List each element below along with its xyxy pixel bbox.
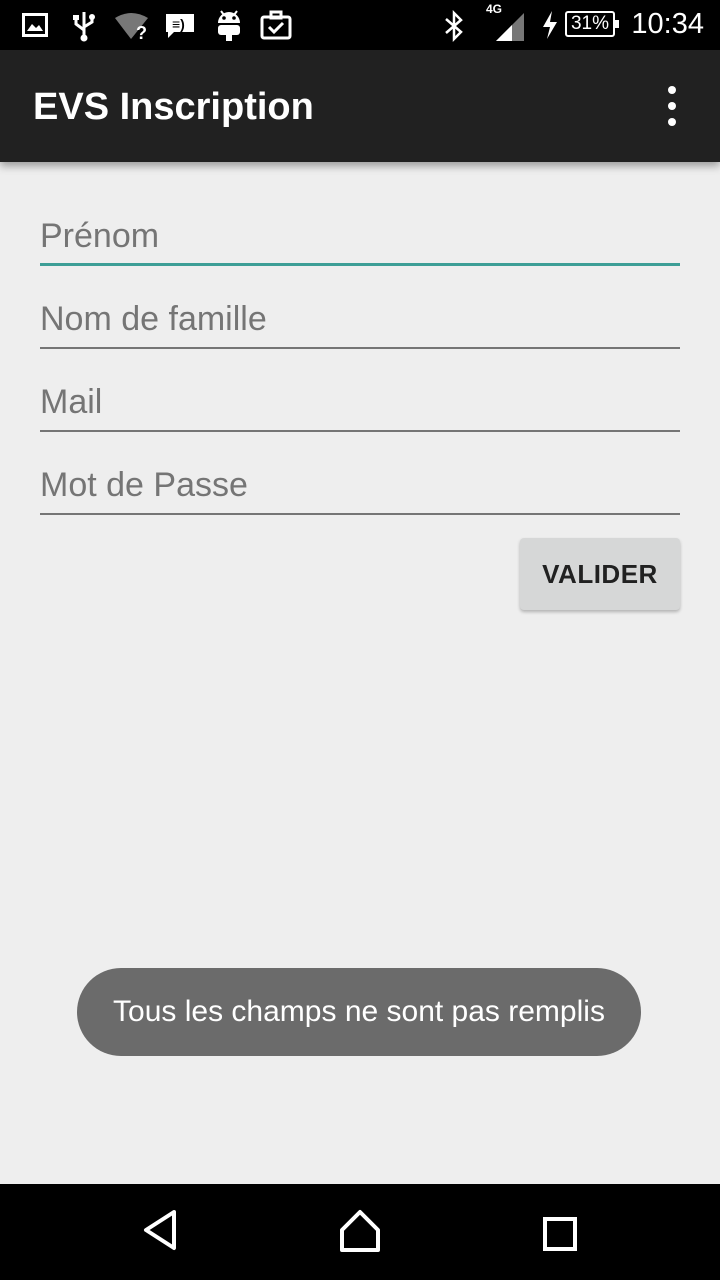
- battery-indicator: 31%: [565, 11, 619, 37]
- last-name-underline: [40, 347, 680, 349]
- mail-input[interactable]: [40, 372, 680, 432]
- back-icon[interactable]: [140, 1208, 180, 1252]
- signal-icon: [496, 13, 524, 41]
- password-underline: [40, 513, 680, 515]
- image-icon: [22, 13, 48, 37]
- submit-button[interactable]: VALIDER: [520, 538, 680, 610]
- message-icon: ≡): [166, 14, 194, 38]
- clock: 10:34: [631, 8, 704, 40]
- android-icon: [218, 10, 240, 41]
- charging-icon: [543, 11, 557, 39]
- home-icon[interactable]: [338, 1208, 382, 1254]
- password-input[interactable]: [40, 455, 680, 515]
- toast-message: Tous les champs ne sont pas remplis: [77, 968, 641, 1056]
- first-name-underline: [40, 263, 680, 266]
- app-bar: EVS Inscription: [0, 50, 720, 162]
- recents-icon[interactable]: [542, 1216, 578, 1252]
- mail-underline: [40, 430, 680, 432]
- usb-icon: [73, 12, 95, 42]
- status-bar: ? ≡) 4G 31% 10:34: [0, 0, 720, 50]
- first-name-input[interactable]: [40, 206, 680, 266]
- navigation-bar: [0, 1184, 720, 1280]
- overflow-menu-icon[interactable]: [656, 84, 688, 128]
- bluetooth-icon: [445, 10, 463, 42]
- password-field[interactable]: [40, 455, 680, 515]
- wifi-question-icon: ?: [115, 13, 148, 40]
- first-name-field[interactable]: [40, 206, 680, 266]
- last-name-field[interactable]: [40, 289, 680, 349]
- app-title: EVS Inscription: [33, 86, 314, 128]
- mail-field[interactable]: [40, 372, 680, 432]
- svg-text:≡): ≡): [172, 16, 185, 32]
- briefcase-check-icon: [260, 10, 292, 40]
- last-name-input[interactable]: [40, 289, 680, 349]
- svg-text:?: ?: [136, 23, 147, 40]
